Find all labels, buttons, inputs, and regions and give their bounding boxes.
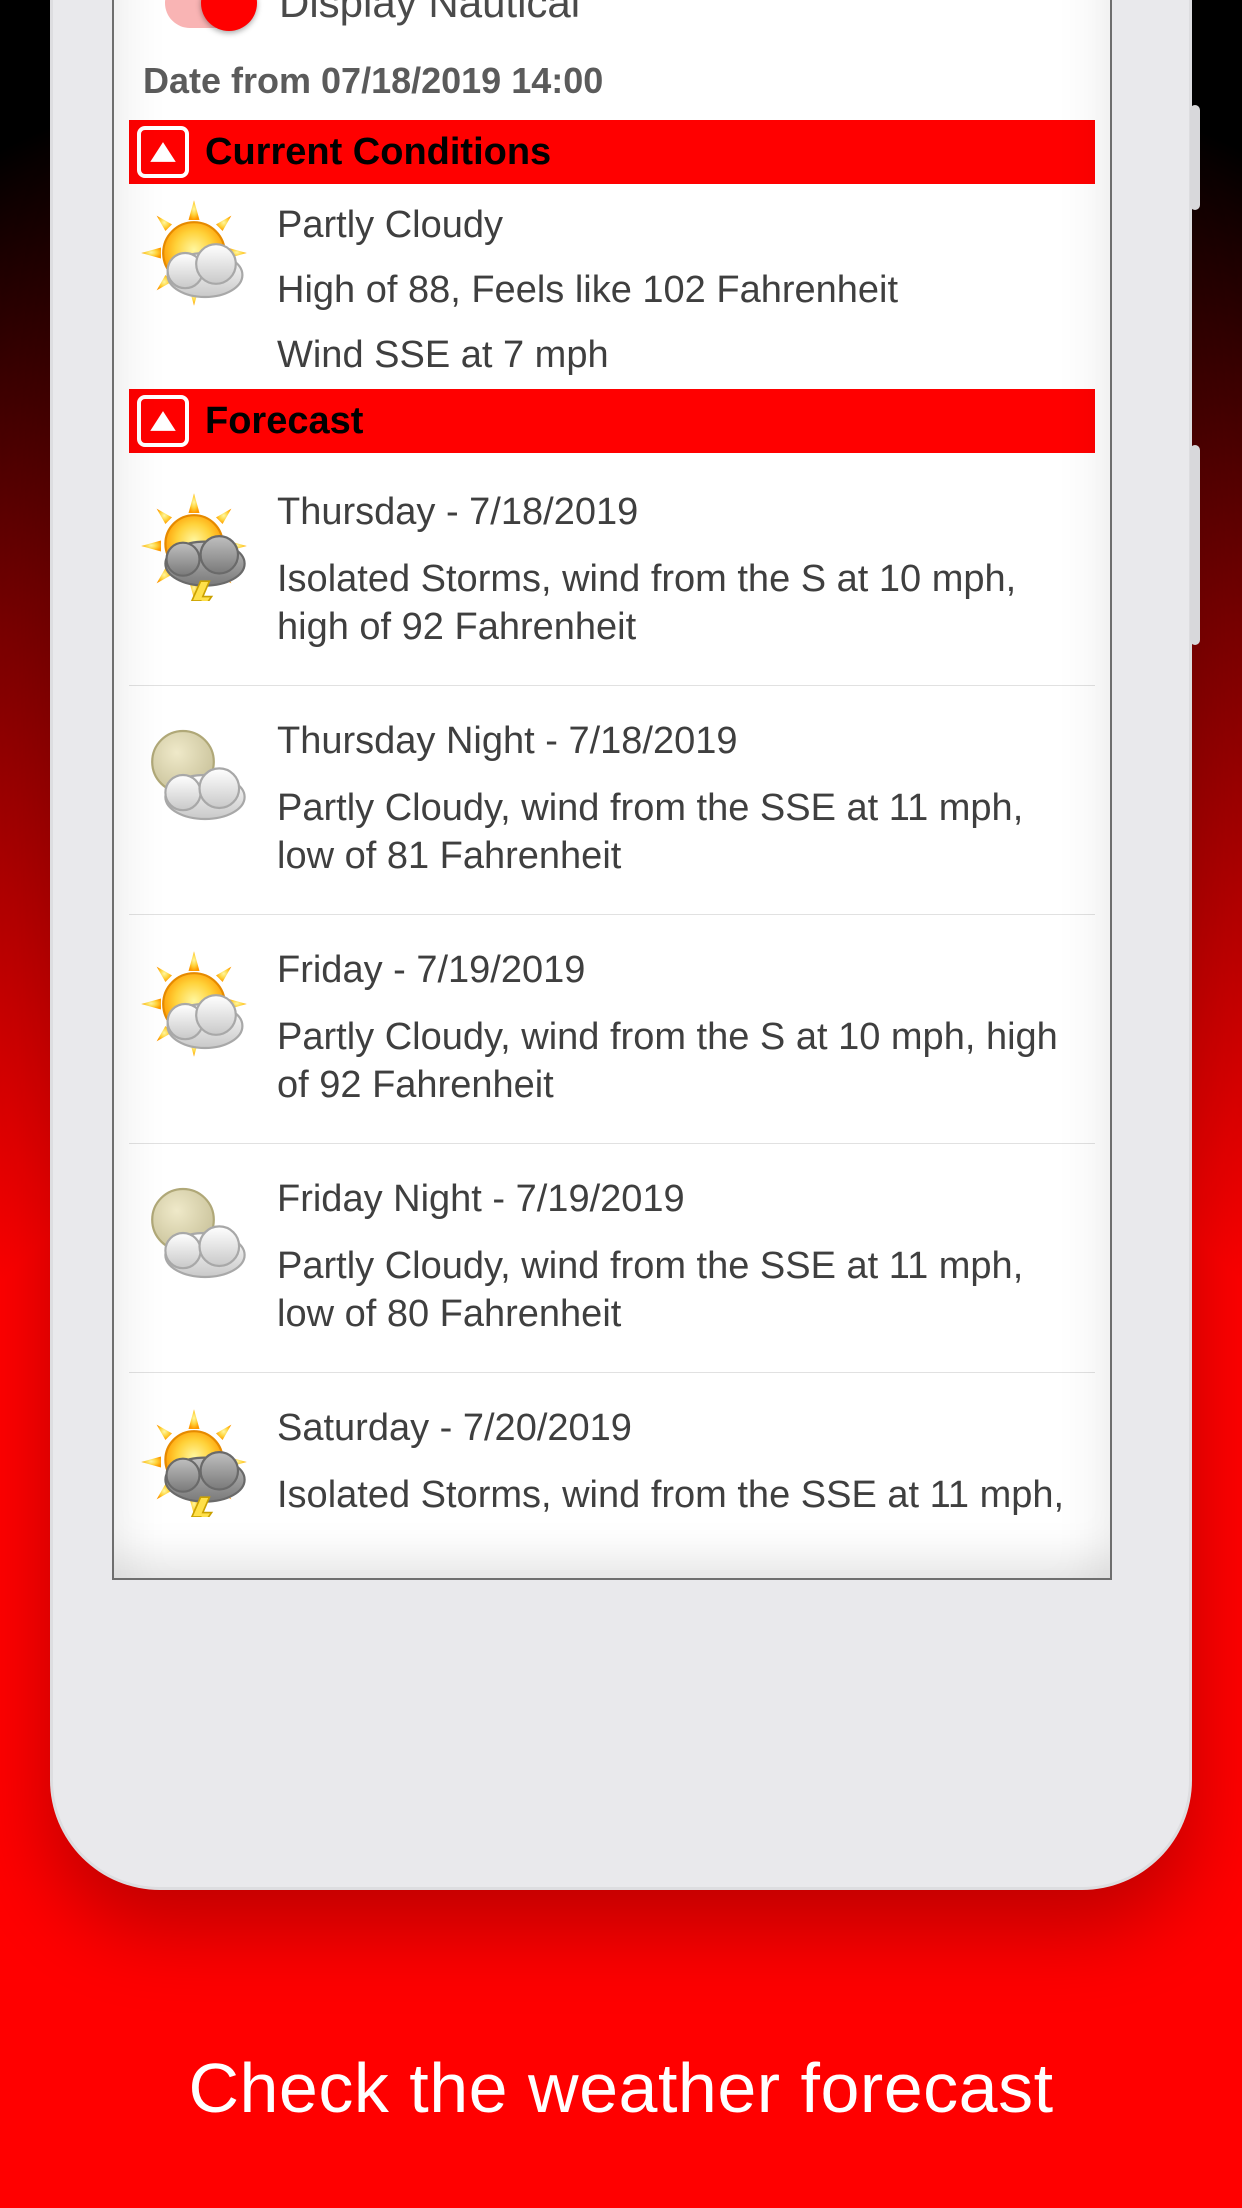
forecast-header[interactable]: Forecast bbox=[129, 389, 1095, 453]
forecast-item[interactable]: Thursday Night - 7/18/2019 Partly Cloudy… bbox=[129, 686, 1095, 915]
moon-cloud-icon bbox=[139, 1178, 249, 1288]
current-conditions-header[interactable]: Current Conditions bbox=[129, 120, 1095, 184]
current-high-feels: High of 88, Feels like 102 Fahrenheit bbox=[277, 269, 898, 312]
current-conditions-title: Current Conditions bbox=[205, 131, 551, 174]
current-summary: Partly Cloudy bbox=[277, 204, 898, 247]
forecast-item[interactable]: Saturday - 7/20/2019 Isolated Storms, wi… bbox=[129, 1373, 1095, 1554]
display-nautical-toggle[interactable] bbox=[165, 0, 253, 28]
collapse-up-icon bbox=[137, 395, 189, 447]
forecast-item-desc: Isolated Storms, wind from the SSE at 11… bbox=[277, 1472, 1064, 1520]
forecast-item-desc: Isolated Storms, wind from the S at 10 m… bbox=[277, 556, 1085, 651]
forecast-list[interactable]: Thursday - 7/18/2019 Isolated Storms, wi… bbox=[129, 457, 1095, 1554]
forecast-item[interactable]: Thursday - 7/18/2019 Isolated Storms, wi… bbox=[129, 457, 1095, 686]
current-conditions-row: Partly Cloudy High of 88, Feels like 102… bbox=[129, 188, 1095, 389]
forecast-title: Forecast bbox=[205, 400, 363, 443]
moon-cloud-icon bbox=[139, 720, 249, 830]
forecast-item[interactable]: Friday - 7/19/2019 Partly Cloudy, wind f… bbox=[129, 915, 1095, 1144]
storm-icon bbox=[139, 491, 249, 601]
forecast-item[interactable]: Friday Night - 7/19/2019 Partly Cloudy, … bbox=[129, 1144, 1095, 1373]
promo-caption: Check the weather forecast bbox=[0, 2048, 1242, 2128]
phone-side-button bbox=[1190, 445, 1200, 645]
sun-cloud-icon bbox=[139, 198, 249, 308]
forecast-item-desc: Partly Cloudy, wind from the SSE at 11 m… bbox=[277, 1243, 1085, 1338]
display-nautical-label: Display Nautical bbox=[279, 0, 580, 27]
forecast-item-title: Friday Night - 7/19/2019 bbox=[277, 1178, 1085, 1221]
forecast-item-title: Friday - 7/19/2019 bbox=[277, 949, 1085, 992]
forecast-item-desc: Partly Cloudy, wind from the SSE at 11 m… bbox=[277, 785, 1085, 880]
phone-side-button bbox=[1190, 105, 1200, 210]
collapse-up-icon bbox=[137, 126, 189, 178]
toggle-knob bbox=[201, 0, 257, 31]
forecast-item-title: Saturday - 7/20/2019 bbox=[277, 1407, 1064, 1450]
forecast-item-title: Thursday - 7/18/2019 bbox=[277, 491, 1085, 534]
sun-cloud-icon bbox=[139, 949, 249, 1059]
storm-icon bbox=[139, 1407, 249, 1517]
forecast-item-desc: Partly Cloudy, wind from the S at 10 mph… bbox=[277, 1014, 1085, 1109]
app-screen: Display Nautical Date from 07/18/2019 14… bbox=[112, 0, 1112, 1580]
forecast-item-title: Thursday Night - 7/18/2019 bbox=[277, 720, 1085, 763]
date-from-label: Date from 07/18/2019 14:00 bbox=[129, 50, 1095, 120]
display-nautical-row: Display Nautical bbox=[129, 0, 1095, 50]
phone-frame: Display Nautical Date from 07/18/2019 14… bbox=[50, 0, 1192, 1890]
current-wind: Wind SSE at 7 mph bbox=[277, 334, 898, 377]
